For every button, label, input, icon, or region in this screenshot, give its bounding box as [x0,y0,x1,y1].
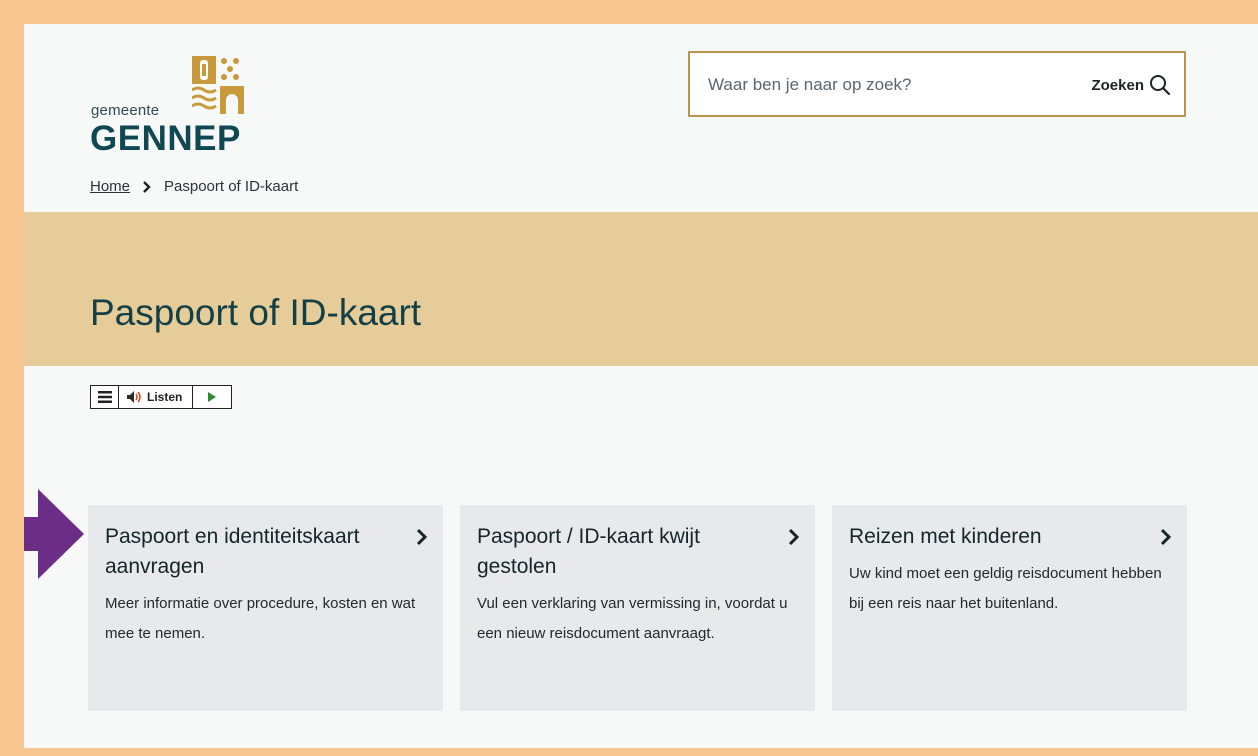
arrow-right-icon [24,489,84,579]
card-description: Uw kind moet een geldig reisdocument heb… [849,565,1162,612]
listen-label: Listen [147,390,183,404]
breadcrumb-home-link[interactable]: Home [90,178,130,195]
hero-banner: Paspoort of ID-kaart [24,212,1258,366]
chevron-right-icon [1160,528,1172,546]
card-title: Paspoort / ID-kaart kwijt gestolen [477,525,700,578]
search-button[interactable]: Zoeken [1091,70,1172,100]
card-description: Vul een verklaring van vermissing in, vo… [477,595,788,642]
listen-button[interactable]: Listen [119,386,194,408]
site-logo[interactable]: gemeente GENNEP [90,56,260,158]
play-icon [208,392,217,402]
listen-menu-button[interactable] [91,386,119,408]
hamburger-menu-icon [97,391,112,403]
page-title: Paspoort of ID-kaart [90,292,422,333]
logo-small-text: gemeente [91,102,160,119]
speaker-icon [127,391,141,403]
chevron-right-icon [416,528,428,546]
card-description: Meer informatie over procedure, kosten e… [105,595,416,642]
breadcrumb-current: Paspoort of ID-kaart [164,178,299,195]
listen-play-button[interactable] [193,386,231,408]
chevron-right-icon [788,528,800,546]
listen-widget: Listen [90,385,233,409]
card-title: Paspoort en identiteitskaart aanvragen [105,525,360,578]
search-button-label: Zoeken [1091,76,1144,94]
card-title: Reizen met kinderen [849,525,1042,548]
card-list: Paspoort en identiteitskaart aanvragen M… [88,505,1188,711]
card-passport-application[interactable]: Paspoort en identiteitskaart aanvragen M… [88,505,443,711]
gennep-coat-of-arms-icon [192,56,244,114]
page-frame: gemeente GENNEP Waar ben je naar op zoek… [24,24,1258,748]
card-travel-with-children[interactable]: Reizen met kinderen Uw kind moet een gel… [832,505,1187,711]
logo-big-text: GENNEP [90,119,241,158]
search-placeholder: Waar ben je naar op zoek? [708,75,912,94]
search-input[interactable]: Waar ben je naar op zoek? Zoeken [688,51,1186,117]
search-icon [1150,75,1171,96]
card-passport-lost-stolen[interactable]: Paspoort / ID-kaart kwijt gestolen Vul e… [460,505,815,711]
chevron-right-icon [143,180,151,193]
breadcrumb: Home Paspoort of ID-kaart [90,178,298,195]
